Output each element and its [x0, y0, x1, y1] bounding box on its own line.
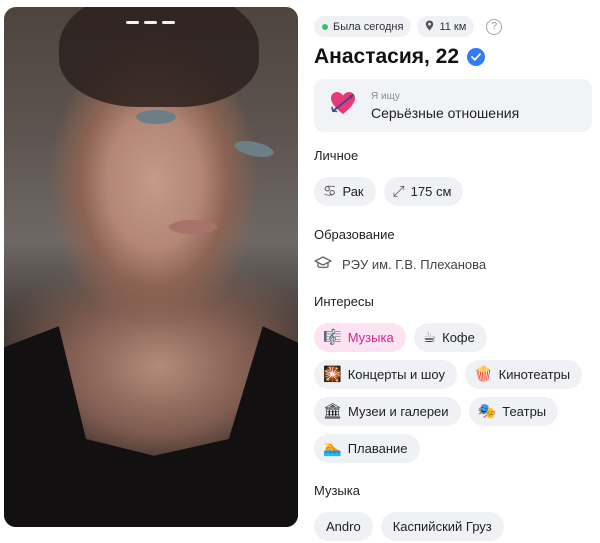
online-dot-icon — [322, 23, 328, 30]
interest-chip-theaters: 🎭 Театры — [468, 397, 559, 426]
museum-building-icon: 🏛 — [323, 403, 343, 420]
photo-eye-right — [232, 137, 276, 161]
education-row: РЭУ им. Г.В. Плеханова — [314, 256, 486, 273]
chip-label: Театры — [502, 404, 547, 419]
interests-chips: 🎼 Музыка ☕ Кофе 🎇 Концерты и шоу 🍿 Кинот… — [314, 323, 594, 463]
chip-label: Кинотеатры — [498, 367, 571, 382]
height-arrows-icon: ⤢ — [392, 183, 405, 200]
profile-photo[interactable] — [4, 7, 298, 527]
interest-chip-cinema: 🍿 Кинотеатры — [464, 360, 583, 389]
profile-name-age: Анастасия, 22 — [314, 45, 460, 68]
distance-text: 11 км — [439, 20, 467, 33]
chip-label: Музеи и галереи — [348, 404, 449, 419]
last-seen-badge: Была сегодня — [314, 16, 412, 37]
zodiac-cancer-icon: ♋ — [323, 183, 337, 200]
music-chip: Andro — [314, 512, 373, 541]
looking-for-card: Я ищу Серьёзные отношения — [314, 79, 592, 132]
photo-indicator[interactable] — [126, 21, 139, 24]
photo-eye-left — [136, 110, 176, 124]
looking-for-value: Серьёзные отношения — [371, 104, 520, 121]
chip-zodiac: ♋ Рак — [314, 177, 376, 206]
education-value: РЭУ им. Г.В. Плеханова — [342, 257, 487, 272]
theater-masks-icon: 🎭 — [477, 403, 497, 420]
looking-for-label: Я ищу — [371, 90, 400, 102]
coffee-cup-icon: ☕ — [422, 329, 437, 346]
personal-chips: ♋ Рак ⤢ 175 см — [314, 177, 594, 206]
name-row: Анастасия, 22 — [314, 45, 486, 69]
chip-label: Рак — [342, 184, 364, 199]
chip-label: 175 см — [410, 184, 452, 199]
chip-label: Кофе — [442, 330, 475, 345]
chip-label: Andro — [326, 519, 361, 534]
chip-label: Каспийский Груз — [392, 519, 492, 534]
graduation-cap-icon — [314, 256, 332, 273]
music-section-title: Музыка — [314, 483, 360, 498]
location-pin-icon — [425, 20, 434, 34]
interest-chip-concerts: 🎇 Концерты и шоу — [314, 360, 457, 389]
music-score-icon: 🎼 — [323, 329, 342, 346]
photo-lips — [169, 220, 217, 234]
interests-section-title: Интересы — [314, 294, 374, 309]
photo-indicator[interactable] — [144, 21, 157, 24]
personal-section-title: Личное — [314, 148, 359, 163]
help-icon[interactable]: ? — [486, 18, 503, 35]
interest-chip-coffee: ☕ Кофе — [413, 323, 487, 352]
heart-with-arrow-icon — [329, 90, 357, 121]
chip-label: Концерты и шоу — [347, 367, 445, 382]
popcorn-icon: 🍿 — [473, 366, 493, 383]
distance-badge: 11 км — [417, 16, 475, 37]
photo-shirt — [4, 326, 298, 527]
fireworks-icon: 🎇 — [323, 366, 342, 383]
music-chip: Каспийский Груз — [380, 512, 504, 541]
chip-label: Плавание — [347, 441, 408, 456]
interest-chip-museums: 🏛 Музеи и галереи — [314, 397, 461, 426]
interest-chip-swimming: 🏊 Плавание — [314, 434, 420, 463]
status-row: Была сегодня 11 км ? — [314, 16, 503, 37]
interest-chip-music: 🎼 Музыка — [314, 323, 406, 352]
photo-indicators — [126, 21, 175, 24]
music-chips: Andro Каспийский Груз — [314, 512, 594, 541]
last-seen-text: Была сегодня — [333, 20, 404, 33]
chip-height: ⤢ 175 см — [383, 177, 464, 206]
chip-label: Музыка — [347, 330, 394, 345]
photo-indicator[interactable] — [162, 21, 175, 24]
swimmer-icon: 🏊 — [323, 440, 342, 457]
verified-check-icon[interactable] — [467, 48, 486, 66]
education-section-title: Образование — [314, 227, 395, 242]
